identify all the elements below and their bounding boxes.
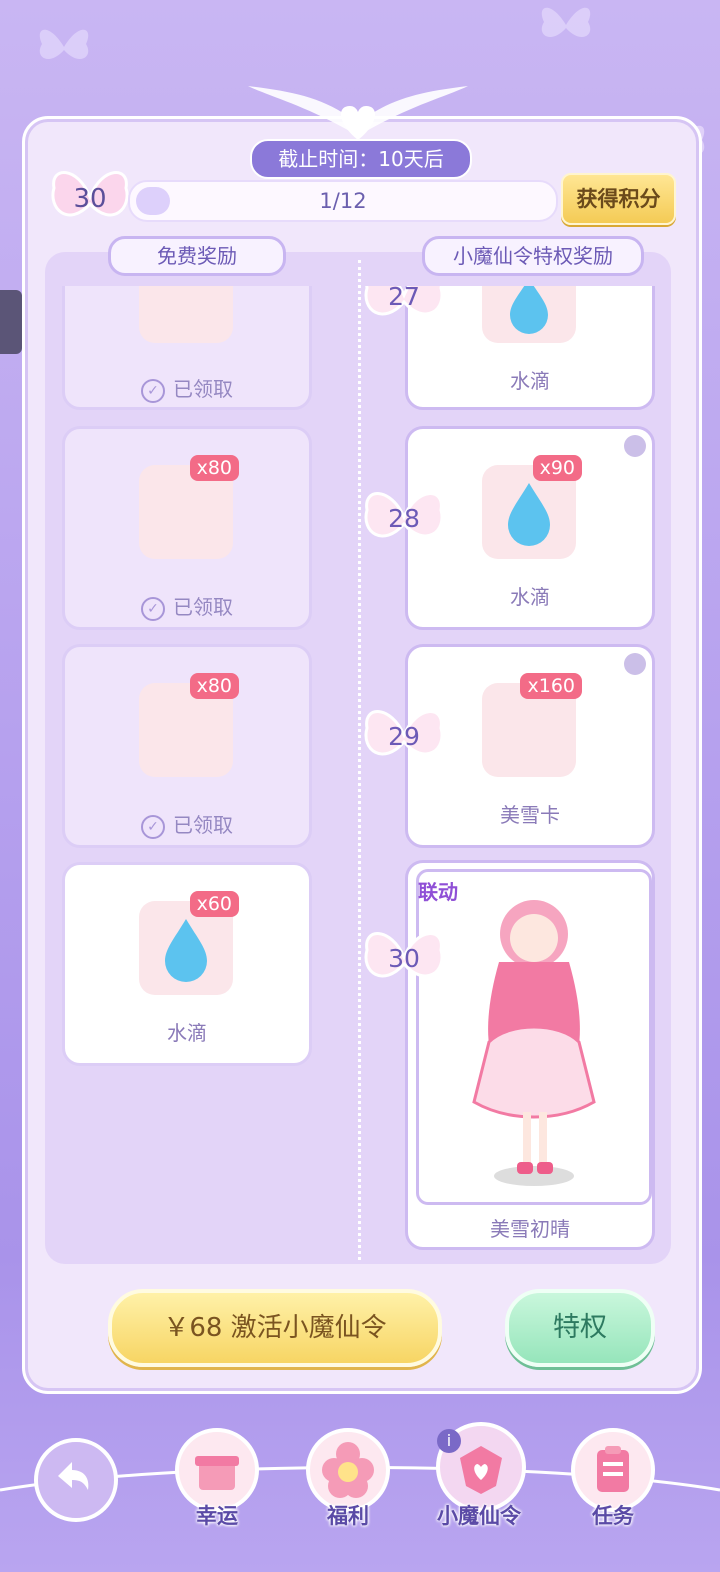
winged-heart-icon <box>248 86 468 140</box>
activate-pass-button[interactable]: ￥68 激活小魔仙令 <box>108 1289 442 1367</box>
premium-item-name: 水滴 <box>510 369 550 393</box>
level-progress-bar: 1/12 <box>128 180 558 222</box>
meixue-card-item-icon <box>139 286 233 343</box>
premium-reward-card-30[interactable]: 美雪初晴 <box>405 860 655 1250</box>
free-reward-card-30[interactable]: x60 水滴 <box>62 862 312 1066</box>
progress-text: 1/12 <box>319 189 367 213</box>
level-number: 30 <box>388 944 420 973</box>
side-drawer-tab[interactable] <box>0 290 22 354</box>
quantity-badge: x160 <box>520 673 582 699</box>
gift-icon <box>195 1456 239 1490</box>
privilege-button[interactable]: 特权 <box>505 1289 655 1367</box>
claimed-status: ✓ 已领取 <box>65 809 309 839</box>
check-icon: ✓ <box>141 596 165 621</box>
meixue-card-item-icon: x80 <box>139 673 239 777</box>
premium-item-name: 水滴 <box>510 585 550 609</box>
free-rewards-label: 免费奖励 <box>108 236 286 276</box>
level-number: 29 <box>388 722 420 751</box>
collab-tag: 联动 <box>418 880 458 904</box>
reward-list[interactable]: ✓ 已领取 水滴 27 x80 ✓ 已领取 x90 水滴 28 x80 ✓ 已领… <box>45 286 671 1262</box>
claimed-status: ✓ 已领取 <box>65 373 309 403</box>
check-icon: ✓ <box>141 378 165 403</box>
character-outfit-icon <box>472 900 596 1186</box>
level-number: 28 <box>388 504 420 533</box>
free-reward-card-28[interactable]: x80 ✓ 已领取 <box>62 426 312 630</box>
lock-icon <box>624 435 646 457</box>
nav-pass-label: 小魔仙令 <box>437 1504 521 1528</box>
quantity-badge: x80 <box>189 455 239 481</box>
free-reward-card-29[interactable]: x80 ✓ 已领取 <box>62 644 312 848</box>
character-portrait <box>416 869 652 1205</box>
butterfly-decoration-icon <box>541 7 591 38</box>
nav-tasks-label: 任务 <box>592 1504 634 1528</box>
quantity-badge: x90 <box>532 455 582 481</box>
nav-luck-label: 幸运 <box>196 1504 238 1528</box>
back-arrow-icon <box>58 1462 89 1490</box>
back-button[interactable] <box>34 1438 118 1522</box>
lock-icon <box>624 653 646 675</box>
claimed-status: ✓ 已领取 <box>65 591 309 621</box>
premium-item-name: 美雪卡 <box>500 803 560 827</box>
flower-icon <box>322 1442 374 1498</box>
quantity-badge: x80 <box>189 673 239 699</box>
premium-rewards-label: 小魔仙令特权奖励 <box>422 236 644 276</box>
premium-item-name: 美雪初晴 <box>490 1217 570 1241</box>
quantity-badge: x60 <box>189 891 239 917</box>
water-drop-item-icon <box>482 286 576 343</box>
butterfly-decoration-icon <box>39 29 89 60</box>
current-level: 30 <box>73 184 107 214</box>
level-number: 27 <box>388 286 420 311</box>
nav-welfare-label: 福利 <box>327 1504 369 1528</box>
meixue-card-item-icon: x160 <box>482 673 582 777</box>
water-drop-item-icon: x90 <box>482 455 582 559</box>
free-reward-card-27[interactable]: ✓ 已领取 <box>62 286 312 410</box>
water-drop-item-icon: x60 <box>139 891 239 995</box>
check-icon: ✓ <box>141 814 165 839</box>
clipboard-icon <box>597 1446 629 1492</box>
free-item-name: 水滴 <box>167 1021 207 1045</box>
meixue-card-item-icon: x80 <box>139 455 239 559</box>
info-icon[interactable]: i <box>437 1429 461 1453</box>
earn-points-button[interactable]: 获得积分 <box>561 173 676 225</box>
deadline-label: 截止时间：10天后 <box>250 139 472 179</box>
